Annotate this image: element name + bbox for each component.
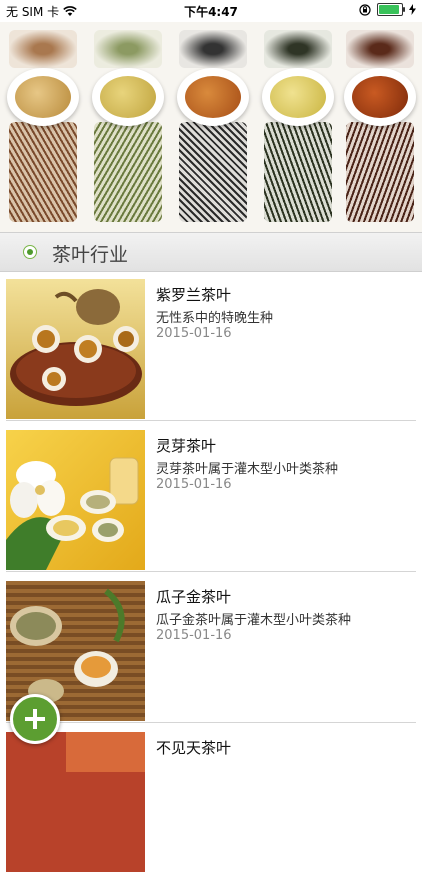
item-date: 2015-01-16 [156,477,232,492]
divider [6,420,416,421]
tea-cup-image [173,22,253,232]
item-title: 不见天茶叶 [156,739,232,757]
section-title: 茶叶行业 [52,244,129,266]
item-title: 灵芽茶叶 [156,437,217,455]
tea-cup-image [3,22,83,232]
item-title: 紫罗兰茶叶 [156,286,232,304]
section-header: 茶叶行业 [0,232,422,272]
item-thumbnail [6,732,145,872]
item-description: 瓜子金茶叶属于灌木型小叶类茶种 [156,613,352,628]
tea-cup-image [88,22,168,232]
status-right [359,3,416,16]
charging-icon [409,4,416,15]
list-item[interactable]: 灵芽茶叶 灵芽茶叶属于灌木型小叶类茶种 2015-01-16 [0,422,422,572]
item-date: 2015-01-16 [156,326,232,341]
battery-icon [377,3,405,16]
list-item[interactable]: 不见天茶叶 [0,724,422,874]
tea-cup-image [340,22,420,232]
rotation-lock-icon [359,3,371,16]
divider [6,722,416,723]
tea-cup-image [258,22,338,232]
item-description: 灵芽茶叶属于灌木型小叶类茶种 [156,462,339,477]
item-date: 2015-01-16 [156,628,232,643]
item-thumbnail [6,430,145,570]
list-item[interactable]: 瓜子金茶叶 瓜子金茶叶属于灌木型小叶类茶种 2015-01-16 [0,573,422,723]
hero-banner-image [0,22,422,232]
divider [6,571,416,572]
item-description: 无性系中的特晚生种 [156,311,274,326]
item-thumbnail [6,279,145,419]
radio-icon [23,245,37,259]
add-button[interactable] [10,694,60,744]
status-bar: 无 SIM 卡 下午4:47 [0,0,422,22]
list-item[interactable]: 紫罗兰茶叶 无性系中的特晚生种 2015-01-16 [0,271,422,421]
item-title: 瓜子金茶叶 [156,588,232,606]
